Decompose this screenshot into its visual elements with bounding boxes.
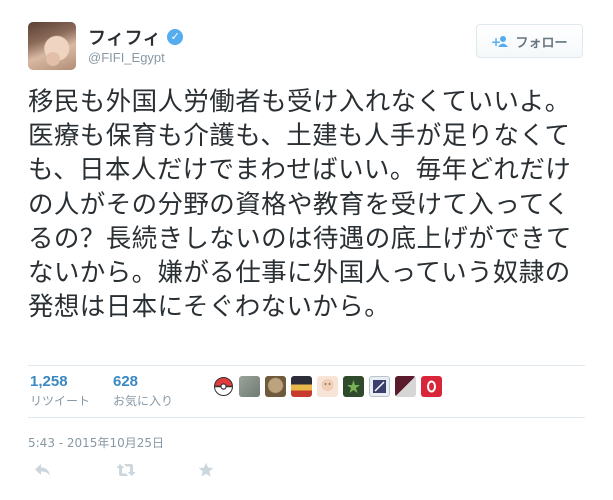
tweet-timestamp[interactable]: 5:43 - 2015年10月25日: [28, 434, 164, 451]
profile-avatar[interactable]: [28, 22, 76, 70]
favoriter-avatar[interactable]: [421, 376, 442, 397]
retweet-label: リツイート: [30, 394, 91, 408]
divider-middle: [28, 417, 585, 418]
retweet-stat[interactable]: 1,258 リツイート: [30, 373, 90, 409]
tweet-actions: [34, 462, 238, 478]
person-plus-icon: +: [491, 35, 509, 48]
favoriter-avatar[interactable]: [369, 376, 390, 397]
avatar-hand: [46, 52, 60, 66]
display-name[interactable]: フィフィ: [88, 24, 161, 50]
favoriter-avatar[interactable]: [239, 376, 260, 397]
follow-label: フォロー: [515, 35, 568, 51]
favoriter-avatar[interactable]: [291, 376, 312, 397]
favoriter-avatar[interactable]: [213, 376, 234, 397]
retweet-icon[interactable]: [116, 463, 156, 477]
follow-button[interactable]: + フォロー: [476, 24, 583, 58]
favoriter-avatars: [213, 376, 442, 397]
favorite-label: お気に入り: [113, 394, 174, 408]
favoriter-avatar[interactable]: [343, 376, 364, 397]
retweet-count: 1,258: [30, 373, 68, 390]
star-icon[interactable]: [198, 462, 238, 478]
favoriter-avatar[interactable]: [395, 376, 416, 397]
favorite-count: 628: [113, 373, 139, 390]
tweet-text: 移民も外国人労働者も受け入れなくていいよ。医療も保育も介護も、土建も人手が足りな…: [28, 87, 572, 323]
favoriter-avatar[interactable]: [265, 376, 286, 397]
divider-top: [28, 365, 585, 366]
screen-name[interactable]: @FIFI_Egypt: [88, 50, 165, 65]
verified-icon: ✓: [167, 29, 184, 45]
tweet-card: フィフィ ✓ @FIFI_Egypt + フォロー 移民も外国人労働者も受け入れ…: [0, 0, 613, 500]
name-row: フィフィ ✓: [88, 24, 184, 50]
favorite-stat[interactable]: 628 お気に入り: [113, 373, 173, 409]
favoriter-avatar[interactable]: [317, 376, 338, 397]
reply-icon[interactable]: [34, 463, 74, 477]
